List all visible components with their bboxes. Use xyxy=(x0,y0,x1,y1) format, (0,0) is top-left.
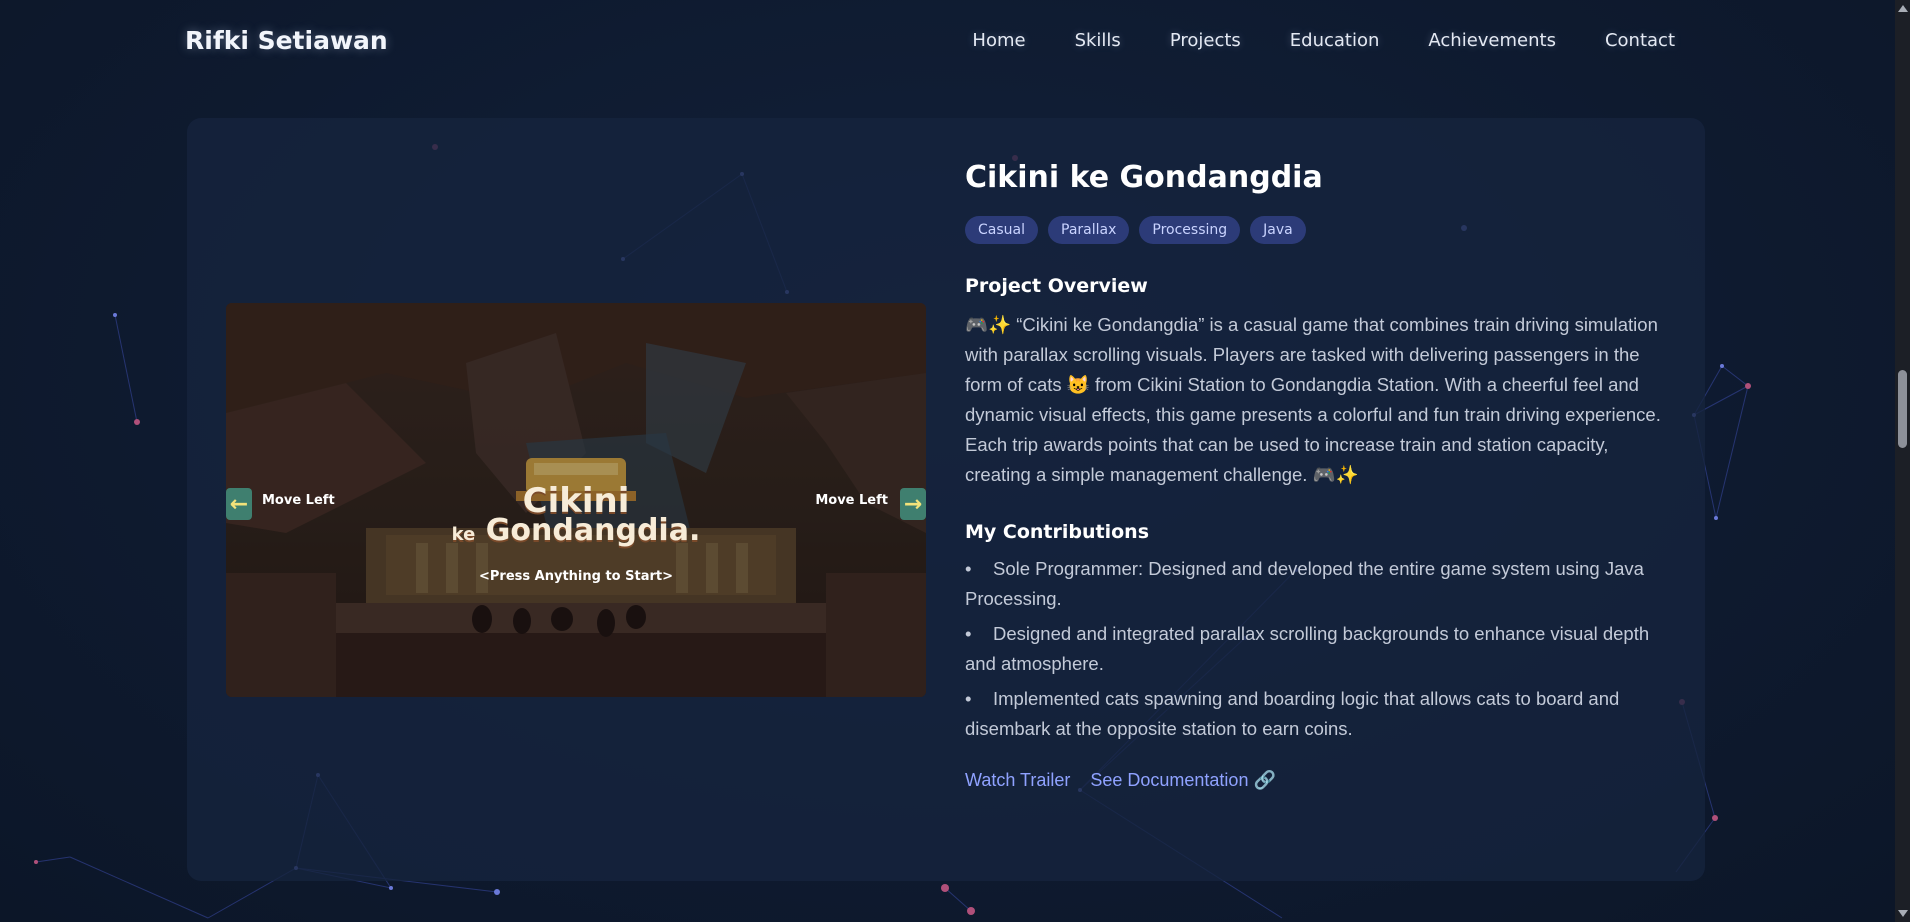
game-title-gondangdia: Gondangdia. xyxy=(485,513,701,548)
tag-java: Java xyxy=(1250,216,1306,244)
portfolio-page: Rifki Setiawan Home Skills Projects Educ… xyxy=(0,0,1910,922)
list-item: • Designed and integrated parallax scroll… xyxy=(965,623,1650,674)
scroll-up-icon[interactable] xyxy=(1898,5,1908,12)
brand-name[interactable]: Rifki Setiawan xyxy=(185,26,388,55)
nav-education[interactable]: Education xyxy=(1290,30,1380,51)
nav-contact[interactable]: Contact xyxy=(1605,30,1675,51)
project-details: Cikini ke Gondangdia Casual Parallax Pro… xyxy=(965,158,1665,791)
project-links: Watch Trailer See Documentation 🔗 xyxy=(965,770,1665,791)
game-title-line2: ke Gondangdia. xyxy=(226,513,926,548)
tag-list: Casual Parallax Processing Java xyxy=(965,216,1665,244)
overview-heading: Project Overview xyxy=(965,275,1148,297)
game-title-ke: ke xyxy=(451,524,476,545)
contribution-text: Implemented cats spawning and boarding l… xyxy=(965,688,1620,739)
tag-parallax: Parallax xyxy=(1048,216,1130,244)
scroll-down-icon[interactable] xyxy=(1898,910,1908,917)
nav-skills[interactable]: Skills xyxy=(1075,30,1121,51)
project-title: Cikini ke Gondangdia xyxy=(965,160,1323,195)
list-item: • Implemented cats spawning and boarding … xyxy=(965,688,1620,739)
site-header: Rifki Setiawan Home Skills Projects Educ… xyxy=(0,0,1895,86)
contributions-heading: My Contributions xyxy=(965,521,1150,543)
contribution-text: Designed and integrated parallax scrolli… xyxy=(965,623,1650,674)
scrollbar-thumb[interactable] xyxy=(1898,370,1907,448)
see-documentation-link[interactable]: See Documentation 🔗 xyxy=(1090,770,1276,791)
main-nav: Home Skills Projects Education Achieveme… xyxy=(923,30,1675,51)
contributions-list: • Sole Programmer: Designed and developed… xyxy=(965,554,1665,744)
nav-achievements[interactable]: Achievements xyxy=(1428,30,1556,51)
contribution-text: Sole Programmer: Designed and developed … xyxy=(965,558,1644,609)
tag-processing: Processing xyxy=(1139,216,1241,244)
project-preview[interactable]: ← Move Left Move Left → Cikini ke Gondan… xyxy=(226,303,926,697)
watch-trailer-link[interactable]: Watch Trailer xyxy=(965,770,1070,791)
page-scrollbar[interactable] xyxy=(1895,0,1910,922)
nav-home[interactable]: Home xyxy=(972,30,1025,51)
tag-casual: Casual xyxy=(965,216,1038,244)
press-start-prompt: <Press Anything to Start> xyxy=(479,569,673,584)
overview-text: 🎮✨ “Cikini ke Gondangdia” is a casual ga… xyxy=(965,314,1661,485)
list-item: • Sole Programmer: Designed and developed… xyxy=(965,558,1644,609)
nav-projects[interactable]: Projects xyxy=(1170,30,1241,51)
